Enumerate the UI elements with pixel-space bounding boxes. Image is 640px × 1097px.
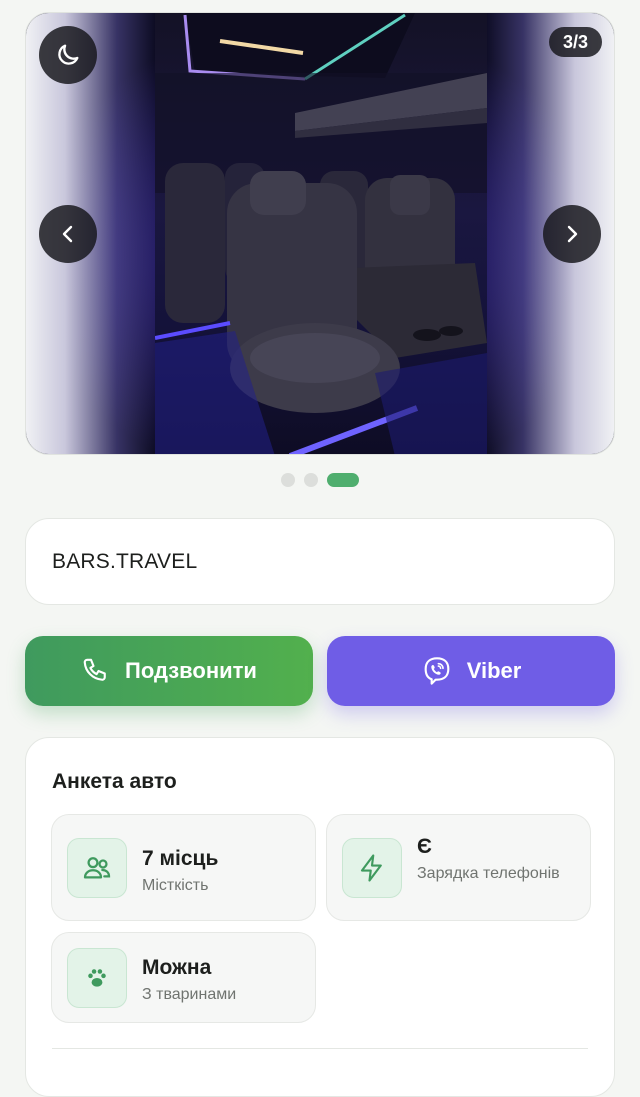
- spec-phone-charging: Є Зарядка телефонів: [326, 814, 591, 921]
- carrier-name: BARS.TRAVEL: [52, 549, 198, 573]
- chevron-left-icon: [62, 225, 73, 243]
- lightning-icon: [342, 838, 402, 898]
- phone-icon: [83, 658, 106, 681]
- pagination-dot-1[interactable]: [281, 473, 295, 487]
- spec-pets-label: З тваринами: [142, 986, 237, 1003]
- chevron-right-icon: [567, 225, 578, 243]
- vehicle-interior-photo: [155, 13, 487, 454]
- vehicle-specs-card: Анкета авто 7 місць Місткість Є Зарядка …: [25, 737, 615, 1097]
- call-button[interactable]: Подзвонити: [25, 636, 313, 706]
- spec-pets: Можна З тваринами: [51, 932, 316, 1023]
- spec-charging-label: Зарядка телефонів: [417, 865, 560, 882]
- moon-icon: [58, 44, 79, 65]
- next-photo-button[interactable]: [543, 205, 601, 263]
- viber-icon: [424, 657, 450, 685]
- spec-pets-value: Можна: [142, 956, 212, 979]
- photo-gallery[interactable]: 3/3: [25, 12, 615, 455]
- spec-charging-value: Є: [417, 835, 432, 858]
- call-button-label: Подзвонити: [125, 658, 257, 683]
- spec-capacity: 7 місць Місткість: [51, 814, 316, 921]
- carrier-name-card: BARS.TRAVEL: [25, 518, 615, 605]
- viber-button[interactable]: Viber: [327, 636, 615, 706]
- theme-toggle-button[interactable]: [39, 26, 97, 84]
- spec-capacity-value: 7 місць: [142, 847, 219, 870]
- spec-capacity-label: Місткість: [142, 877, 209, 894]
- photo-counter: 3/3: [548, 27, 602, 57]
- section-divider: [52, 1048, 588, 1049]
- viber-button-label: Viber: [466, 658, 522, 683]
- gallery-pagination: [0, 473, 640, 487]
- paw-icon: [67, 948, 127, 1008]
- users-icon: [67, 838, 127, 898]
- specs-title: Анкета авто: [52, 770, 177, 793]
- pagination-dot-2[interactable]: [304, 473, 318, 487]
- previous-photo-button[interactable]: [39, 205, 97, 263]
- pagination-dot-3-active[interactable]: [327, 473, 359, 487]
